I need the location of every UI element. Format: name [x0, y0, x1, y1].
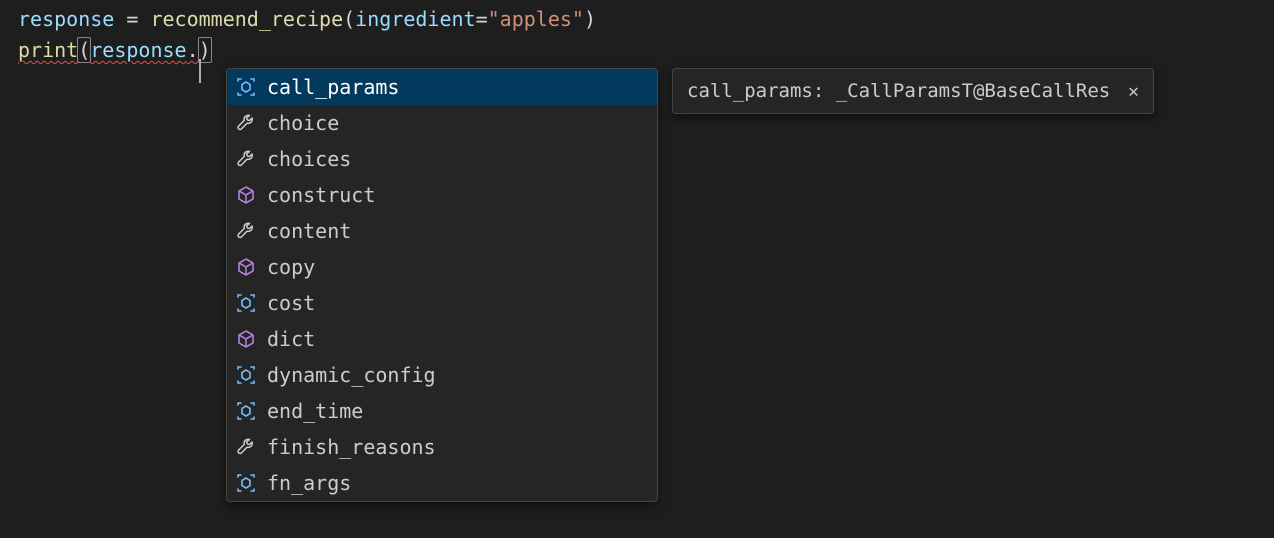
- suggestion-label: content: [267, 219, 351, 243]
- cube-icon: [235, 256, 257, 278]
- suggestion-label: construct: [267, 183, 375, 207]
- field-icon: [235, 472, 257, 494]
- doc-text: call_params: _CallParamsT@BaseCallRes: [687, 80, 1110, 102]
- suggestion-label: cost: [267, 291, 315, 315]
- wrench-icon: [235, 220, 257, 242]
- autocomplete-popup[interactable]: call_paramschoice choices construct content…: [226, 68, 658, 502]
- suggestion-label: end_time: [267, 399, 363, 423]
- token-paren-open: (: [343, 7, 355, 31]
- suggestion-item[interactable]: content: [227, 213, 657, 249]
- suggestion-label: dict: [267, 327, 315, 351]
- token-variable: response: [90, 38, 186, 62]
- token-variable: response: [18, 7, 114, 31]
- token-function: print: [18, 38, 78, 62]
- token-paren-close: ): [584, 7, 596, 31]
- token-parameter: ingredient: [355, 7, 475, 31]
- token-operator: =: [114, 7, 150, 31]
- suggestion-item[interactable]: dynamic_config: [227, 357, 657, 393]
- suggestion-item[interactable]: dict: [227, 321, 657, 357]
- wrench-icon: [235, 148, 257, 170]
- close-icon[interactable]: ✕: [1124, 79, 1143, 104]
- token-string: "apples": [488, 7, 584, 31]
- wrench-icon: [235, 436, 257, 458]
- suggestion-item[interactable]: call_params: [227, 69, 657, 105]
- suggestion-item[interactable]: end_time: [227, 393, 657, 429]
- token-function: recommend_recipe: [150, 7, 343, 31]
- suggestion-item[interactable]: copy: [227, 249, 657, 285]
- code-line-1[interactable]: response = recommend_recipe(ingredient="…: [0, 4, 1274, 35]
- suggestion-label: dynamic_config: [267, 363, 436, 387]
- suggestion-item[interactable]: fn_args: [227, 465, 657, 501]
- cube-icon: [235, 184, 257, 206]
- wrench-icon: [235, 112, 257, 134]
- field-icon: [235, 400, 257, 422]
- suggestion-item[interactable]: cost: [227, 285, 657, 321]
- suggestion-label: finish_reasons: [267, 435, 436, 459]
- suggestion-label: call_params: [267, 75, 399, 99]
- suggestion-item[interactable]: choices: [227, 141, 657, 177]
- autocomplete-doc-panel: call_params: _CallParamsT@BaseCallRes ✕: [672, 68, 1154, 114]
- suggestion-label: choices: [267, 147, 351, 171]
- cube-icon: [235, 328, 257, 350]
- suggestion-label: fn_args: [267, 471, 351, 495]
- suggestion-label: choice: [267, 111, 339, 135]
- suggestion-item[interactable]: choice: [227, 105, 657, 141]
- suggestion-item[interactable]: construct: [227, 177, 657, 213]
- suggestion-item[interactable]: finish_reasons: [227, 429, 657, 465]
- field-icon: [235, 76, 257, 98]
- token-operator: =: [476, 7, 488, 31]
- code-line-2[interactable]: print(response.): [0, 35, 1274, 66]
- field-icon: [235, 364, 257, 386]
- suggestion-label: copy: [267, 255, 315, 279]
- field-icon: [235, 292, 257, 314]
- token-dot: .: [187, 38, 199, 62]
